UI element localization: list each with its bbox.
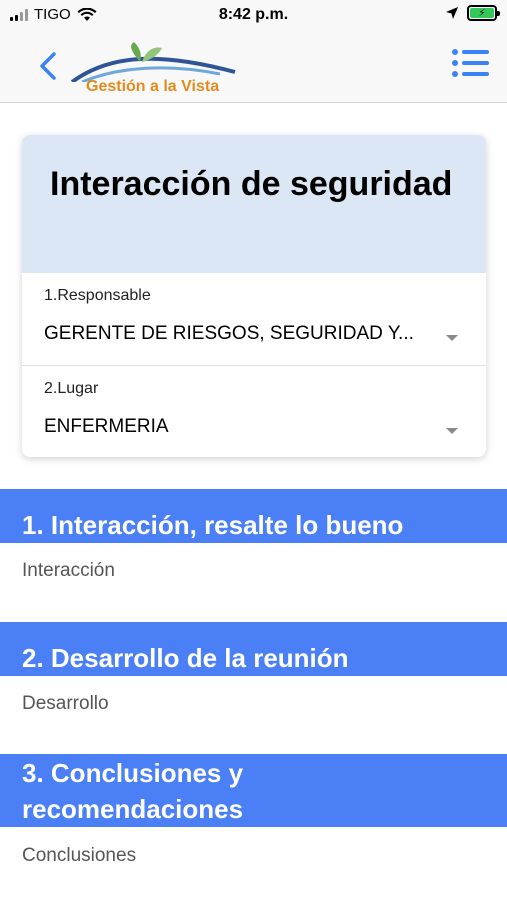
logo-text: Gestión a la Vista xyxy=(86,78,220,95)
place-select-value[interactable]: ENFERMERIA xyxy=(44,416,439,438)
nav-bar: Gestión a la Vista xyxy=(0,30,507,103)
section-1-input[interactable]: Interacción xyxy=(22,560,115,582)
card-title: Interacción de seguridad xyxy=(50,165,453,203)
safety-interaction-card: Interacción de seguridad 1.Responsable G… xyxy=(22,135,486,457)
section-2-input[interactable]: Desarrollo xyxy=(22,693,109,715)
section-3-input[interactable]: Conclusiones xyxy=(22,845,136,867)
logo-graphic xyxy=(70,42,236,84)
status-time: 8:42 p.m. xyxy=(218,6,289,23)
status-right: ⚡ xyxy=(445,5,500,21)
place-field[interactable]: 2.Lugar ENFERMERIA xyxy=(22,365,486,457)
section-3-header: 3. Conclusiones y recomendaciones xyxy=(0,754,507,827)
place-dropdown-arrow-icon[interactable] xyxy=(446,428,458,434)
list-menu-icon[interactable] xyxy=(451,48,489,78)
responsible-field[interactable]: 1.Responsable GERENTE DE RIESGOS, SEGURI… xyxy=(22,273,486,365)
back-chevron-icon[interactable] xyxy=(36,48,60,84)
app-logo: Gestión a la Vista xyxy=(70,42,240,100)
section-1-header: 1. Interacción, resalte lo bueno xyxy=(0,489,507,543)
status-bar: TIGO 8:42 p.m. ⚡ xyxy=(0,0,507,30)
responsible-dropdown-arrow-icon[interactable] xyxy=(446,335,458,341)
responsible-select-value[interactable]: GERENTE DE RIESGOS, SEGURIDAD Y... xyxy=(44,323,439,345)
responsible-label: 1.Responsable xyxy=(44,287,151,304)
battery-icon: ⚡ xyxy=(467,5,500,21)
place-label: 2.Lugar xyxy=(44,380,99,397)
card-header: Interacción de seguridad xyxy=(22,135,486,273)
section-2-header: 2. Desarrollo de la reunión xyxy=(0,622,507,676)
location-arrow-icon xyxy=(446,7,458,19)
